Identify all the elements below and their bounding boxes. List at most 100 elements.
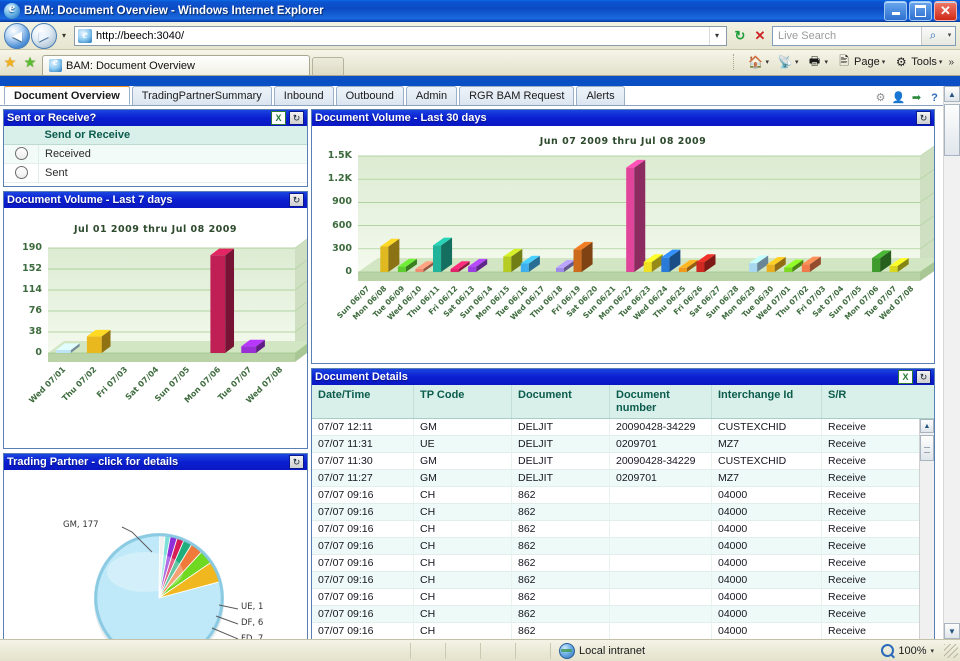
table-row[interactable]: 07/07 09:16 CH 862 04000 Receive	[312, 555, 920, 573]
exit-icon[interactable]: ➡	[909, 90, 924, 105]
table-row[interactable]: 07/07 09:16 CH 862 04000 Receive	[312, 589, 920, 607]
page-scroll-up-icon[interactable]: ▲	[944, 86, 960, 102]
table-row[interactable]: Sent	[4, 163, 307, 183]
table-row[interactable]: 07/07 09:16 CH 862 04000 Receive	[312, 538, 920, 556]
feeds-dropdown-icon[interactable]: ▾	[795, 58, 799, 66]
table-row[interactable]: 07/07 09:16 CH 862 04000 Receive	[312, 521, 920, 539]
column-header-document[interactable]: Document	[512, 385, 610, 419]
table-row[interactable]: 07/07 09:16 CH 862 04000 Receive	[312, 606, 920, 624]
feeds-button[interactable]: 📡 ▾	[773, 52, 803, 72]
bar-chart-7-days[interactable]: Jul 01 2009 thru Jul 08 2009 0 38 76 114 152 1…	[4, 208, 307, 448]
address-input[interactable]: http://beech:3040/	[96, 30, 709, 42]
search-icon[interactable]: ⌕	[921, 26, 944, 45]
refresh-icon[interactable]: ↻	[289, 193, 304, 207]
scroll-up-icon[interactable]: ▲	[920, 419, 934, 434]
table-row[interactable]: 07/07 09:16 CH 862 04000 Receive	[312, 487, 920, 505]
panel-actions: X ↻	[271, 111, 304, 125]
address-dropdown-icon[interactable]: ▾	[709, 26, 724, 45]
gear-icon[interactable]: ⚙	[873, 90, 888, 105]
table-row[interactable]: 07/07 11:27 GM DELJIT 0209701 MZ7 Receive	[312, 470, 920, 488]
scrollbar-thumb[interactable]	[920, 435, 934, 462]
panel-document-details: Document Details X ↻ Date/Time TP Code D…	[311, 368, 935, 639]
page-menu-button[interactable]: 🖹 Page ▾	[832, 52, 889, 72]
search-provider-dropdown-icon[interactable]: ▾	[944, 26, 955, 45]
option-label[interactable]: Received	[38, 144, 307, 164]
print-dropdown-icon[interactable]: ▾	[825, 58, 829, 66]
command-bar-grip[interactable]	[733, 54, 739, 70]
stop-icon[interactable]: ✕	[750, 26, 770, 46]
radio-cell[interactable]	[4, 163, 39, 183]
resize-grip[interactable]	[944, 643, 958, 658]
recent-pages-dropdown[interactable]: ▾	[57, 31, 71, 40]
table-row[interactable]: 07/07 11:31 UE DELJIT 0209701 MZ7 Receive	[312, 436, 920, 454]
column-header-date-time[interactable]: Date/Time	[312, 385, 414, 419]
table-row[interactable]: 07/07 09:16 CH 862 04000 Receive	[312, 623, 920, 639]
cell-document: 862	[512, 504, 610, 521]
refresh-icon[interactable]: ↻	[289, 455, 304, 469]
favorites-center-icon[interactable]: ★	[0, 49, 20, 75]
user-icon[interactable]: 👤	[891, 90, 906, 105]
refresh-icon[interactable]: ↻	[916, 370, 931, 384]
home-dropdown-icon[interactable]: ▾	[765, 58, 769, 66]
column-header-interchange-id[interactable]: Interchange Id	[712, 385, 822, 419]
close-button[interactable]: ✕	[934, 0, 957, 21]
search-input[interactable]: Live Search	[773, 30, 921, 42]
panel-body: Date/Time TP Code Document Document numb…	[312, 385, 934, 639]
column-header-document-number[interactable]: Document number	[610, 385, 712, 419]
page-scrollbar-thumb[interactable]	[944, 104, 960, 156]
table-row[interactable]: Received	[4, 144, 307, 164]
radio-received[interactable]	[14, 147, 28, 160]
print-button[interactable]: 🖶 ▾	[803, 52, 833, 72]
tab-rgr-bam-request[interactable]: RGR BAM Request	[459, 86, 575, 105]
bar-Mon-07-06[interactable]	[210, 248, 235, 353]
tab-trading-partner-summary[interactable]: TradingPartnerSummary	[131, 86, 272, 105]
table-row[interactable]: 07/07 12:11 GM DELJIT 20090428-34229 CUSTEXC…	[312, 419, 920, 437]
command-bar-overflow-icon[interactable]: »	[946, 57, 956, 68]
cell-interchange-id: 04000	[712, 589, 822, 606]
export-excel-icon[interactable]: X	[898, 370, 913, 384]
tab-document-overview[interactable]: Document Overview	[4, 86, 130, 105]
address-bar[interactable]: http://beech:3040/ ▾	[74, 25, 727, 46]
minimize-button[interactable]	[884, 0, 907, 21]
grid-scrollbar[interactable]: ▲	[919, 419, 934, 639]
table-row[interactable]: 07/07 11:30 GM DELJIT 20090428-34229 CUSTEXC…	[312, 453, 920, 471]
security-zone[interactable]: Local intranet	[551, 642, 653, 659]
zoom-control[interactable]: 100% ▾	[875, 644, 940, 657]
radio-cell[interactable]	[4, 144, 39, 164]
refresh-icon[interactable]: ↻	[289, 111, 304, 125]
refresh-icon[interactable]: ↻	[916, 111, 931, 125]
tab-inbound[interactable]: Inbound	[273, 86, 334, 105]
chart-canvas	[48, 238, 307, 362]
cell-document-number	[610, 572, 712, 589]
add-to-favorites-icon[interactable]: ★	[20, 49, 40, 75]
tab-outbound[interactable]: Outbound	[335, 86, 404, 105]
table-row[interactable]: 07/07 09:16 CH 862 04000 Receive	[312, 572, 920, 590]
forward-button[interactable]: ▶	[31, 22, 57, 49]
tab-admin[interactable]: Admin	[405, 86, 458, 105]
tools-dropdown-icon[interactable]: ▾	[939, 58, 943, 66]
tab-alerts[interactable]: Alerts	[576, 86, 625, 105]
page-dropdown-icon[interactable]: ▾	[882, 58, 886, 66]
tools-menu-button[interactable]: ⚙ Tools ▾	[889, 52, 946, 72]
refresh-icon[interactable]: ↻	[730, 26, 750, 46]
search-box[interactable]: Live Search ⌕ ▾	[772, 25, 956, 46]
export-excel-icon[interactable]: X	[271, 111, 286, 125]
column-header-tp-code[interactable]: TP Code	[414, 385, 512, 419]
maximize-button[interactable]	[909, 0, 932, 21]
zoom-dropdown-icon[interactable]: ▾	[930, 647, 934, 655]
bar-chart-30-days[interactable]: Jun 07 2009 thru Jul 08 2009 0 300 600 900 1.…	[312, 126, 934, 363]
page-scroll-down-icon[interactable]: ▼	[944, 623, 960, 639]
cell-document-number	[610, 623, 712, 639]
home-button[interactable]: 🏠 ▾	[743, 52, 773, 72]
help-icon[interactable]: ?	[927, 90, 942, 105]
pie-chart-trading-partner[interactable]: GM, 177 UE, 1 DF, 6 FD, 7	[4, 470, 307, 639]
browser-tab[interactable]: BAM: Document Overview	[42, 55, 310, 75]
radio-sent[interactable]	[14, 166, 28, 179]
column-header-sr[interactable]: S/R	[822, 385, 920, 418]
back-button[interactable]: ◀	[4, 22, 30, 49]
bar-Mon-06-22[interactable]	[626, 159, 646, 272]
page-scrollbar[interactable]: ▲ ▼	[943, 86, 960, 639]
table-row[interactable]: 07/07 09:16 CH 862 04000 Receive	[312, 504, 920, 522]
new-tab-button[interactable]	[312, 57, 344, 75]
option-label[interactable]: Sent	[38, 163, 307, 183]
